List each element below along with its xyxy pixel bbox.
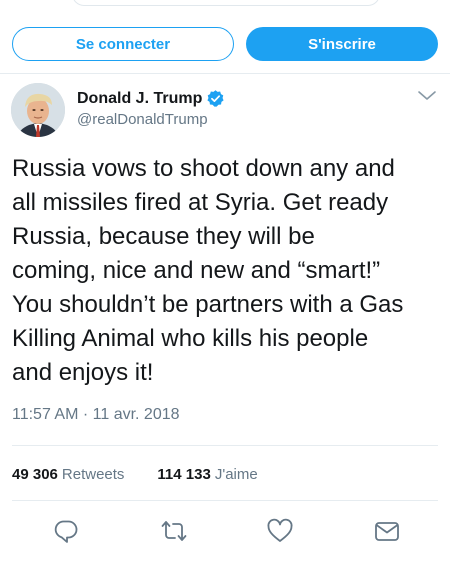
author-handle[interactable]: @realDonaldTrump — [77, 111, 208, 128]
message-icon — [375, 522, 399, 541]
like-button[interactable] — [266, 517, 294, 545]
chevron-down-icon[interactable] — [416, 88, 438, 104]
header-divider — [0, 73, 450, 74]
verified-badge-icon — [207, 90, 224, 107]
signup-button-label: S'inscrire — [308, 35, 376, 53]
login-button-label: Se connecter — [75, 35, 171, 53]
message-button[interactable] — [373, 517, 401, 545]
retweet-button[interactable] — [160, 517, 188, 545]
login-button[interactable]: Se connecter — [12, 27, 234, 61]
retweets-label[interactable]: Retweets — [62, 466, 125, 483]
reply-button[interactable] — [52, 517, 80, 545]
tweet-stats: 49 306 Retweets 114 133 J'aime — [12, 466, 258, 483]
tweet-page: Se connecter S'inscrire Donald J. Trump — [0, 0, 450, 564]
author-name[interactable]: Donald J. Trump — [77, 90, 202, 108]
avatar[interactable] — [11, 83, 65, 137]
avatar-image — [11, 83, 65, 137]
like-icon — [267, 518, 293, 542]
tweet-text: Russia vows to shoot down any and all mi… — [12, 155, 404, 386]
likes-label[interactable]: J'aime — [215, 466, 258, 483]
stats-divider-top — [12, 445, 438, 446]
author-row: Donald J. Trump — [77, 89, 225, 108]
retweets-count[interactable]: 49 306 — [12, 466, 58, 483]
retweet-icon — [161, 521, 187, 541]
search-bar-partial[interactable] — [72, 0, 380, 6]
tweet-timestamp[interactable]: 11:57 AM · 11 avr. 2018 — [12, 406, 180, 424]
likes-count[interactable]: 114 133 — [157, 466, 210, 483]
reply-icon — [54, 520, 78, 543]
stats-divider-bottom — [12, 500, 438, 501]
signup-button[interactable]: S'inscrire — [246, 27, 438, 61]
